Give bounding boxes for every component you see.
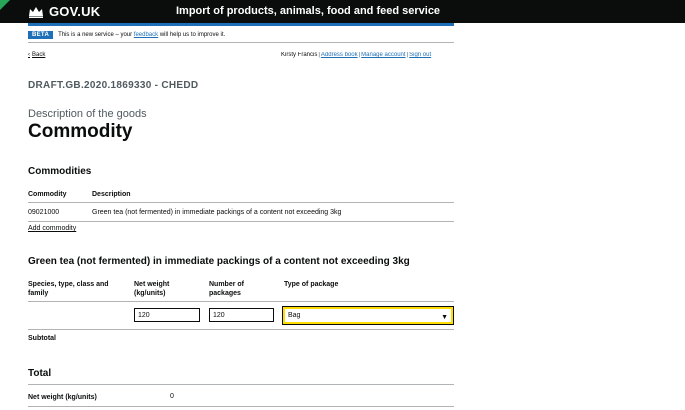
user-name: Kirsty Francis [281, 52, 318, 58]
govuk-header: GOV.UK Import of products, animals, food… [0, 0, 685, 23]
total-net-weight-label: Net weight (kg/units) [28, 394, 97, 401]
commodities-heading: Commodities [28, 166, 92, 177]
total-bottom-divider [28, 406, 454, 407]
page-title: Commodity [28, 121, 133, 142]
commodity-column-header: Commodity [28, 191, 67, 198]
commodity-code: 09021000 [28, 209, 60, 216]
corner-accent [0, 0, 10, 10]
package-type-column-header: Type of package [284, 281, 339, 288]
commodity-description: Green tea (not fermented) in immediate p… [92, 209, 342, 216]
package-type-select[interactable]: Bag ▼ [282, 306, 454, 325]
account-nav: Kirsty Francis|Address book|Manage accou… [281, 52, 432, 58]
commodities-header-divider [28, 202, 454, 203]
address-book-link[interactable]: Address book [321, 52, 358, 58]
species-column-header: Species, type, class and family [28, 281, 109, 297]
total-heading: Total [28, 368, 52, 379]
notification-reference: DRAFT.GB.2020.1869330 - CHEDD [28, 80, 199, 91]
commodities-row-divider [28, 221, 454, 222]
header-blue-bar [28, 23, 454, 26]
logo-text: GOV.UK [49, 4, 101, 19]
description-column-header: Description [92, 191, 131, 198]
crown-icon [29, 6, 43, 18]
add-commodity-link[interactable]: Add commodity [28, 225, 76, 232]
page-caption: Description of the goods [28, 108, 147, 120]
net-weight-column-header: Net weight (kg/units) [134, 281, 170, 297]
phase-text-after: will help us to improve it. [159, 32, 226, 38]
phase-text-before: This is a new service – your [58, 32, 133, 38]
beta-tag: BETA [28, 31, 54, 39]
back-arrow-icon: ‹ [28, 52, 30, 58]
feedback-link[interactable]: feedback [134, 32, 158, 38]
detail-row-divider [28, 329, 454, 330]
service-name[interactable]: Import of products, animals, food and fe… [176, 5, 440, 17]
total-net-weight-value: 0 [170, 393, 174, 400]
back-label: Back [32, 52, 46, 58]
govuk-logo[interactable]: GOV.UK [28, 4, 100, 19]
back-link[interactable]: ‹ Back [28, 52, 45, 58]
sign-out-link[interactable]: Sign out [409, 52, 431, 58]
phase-banner: BETA This is a new service – your feedba… [28, 31, 225, 39]
subtotal-label: Subtotal [28, 335, 56, 342]
package-type-value: Bag [288, 312, 301, 319]
manage-account-link[interactable]: Manage account [361, 52, 405, 58]
packages-column-header: Number of packages [209, 281, 244, 297]
chevron-down-icon: ▼ [441, 314, 448, 321]
commodity-detail-heading: Green tea (not fermented) in immediate p… [28, 256, 410, 267]
phase-divider [28, 42, 454, 43]
net-weight-input[interactable]: 120 [134, 308, 200, 322]
detail-header-divider [28, 301, 454, 302]
total-divider [28, 384, 454, 385]
packages-input[interactable]: 120 [209, 308, 274, 322]
